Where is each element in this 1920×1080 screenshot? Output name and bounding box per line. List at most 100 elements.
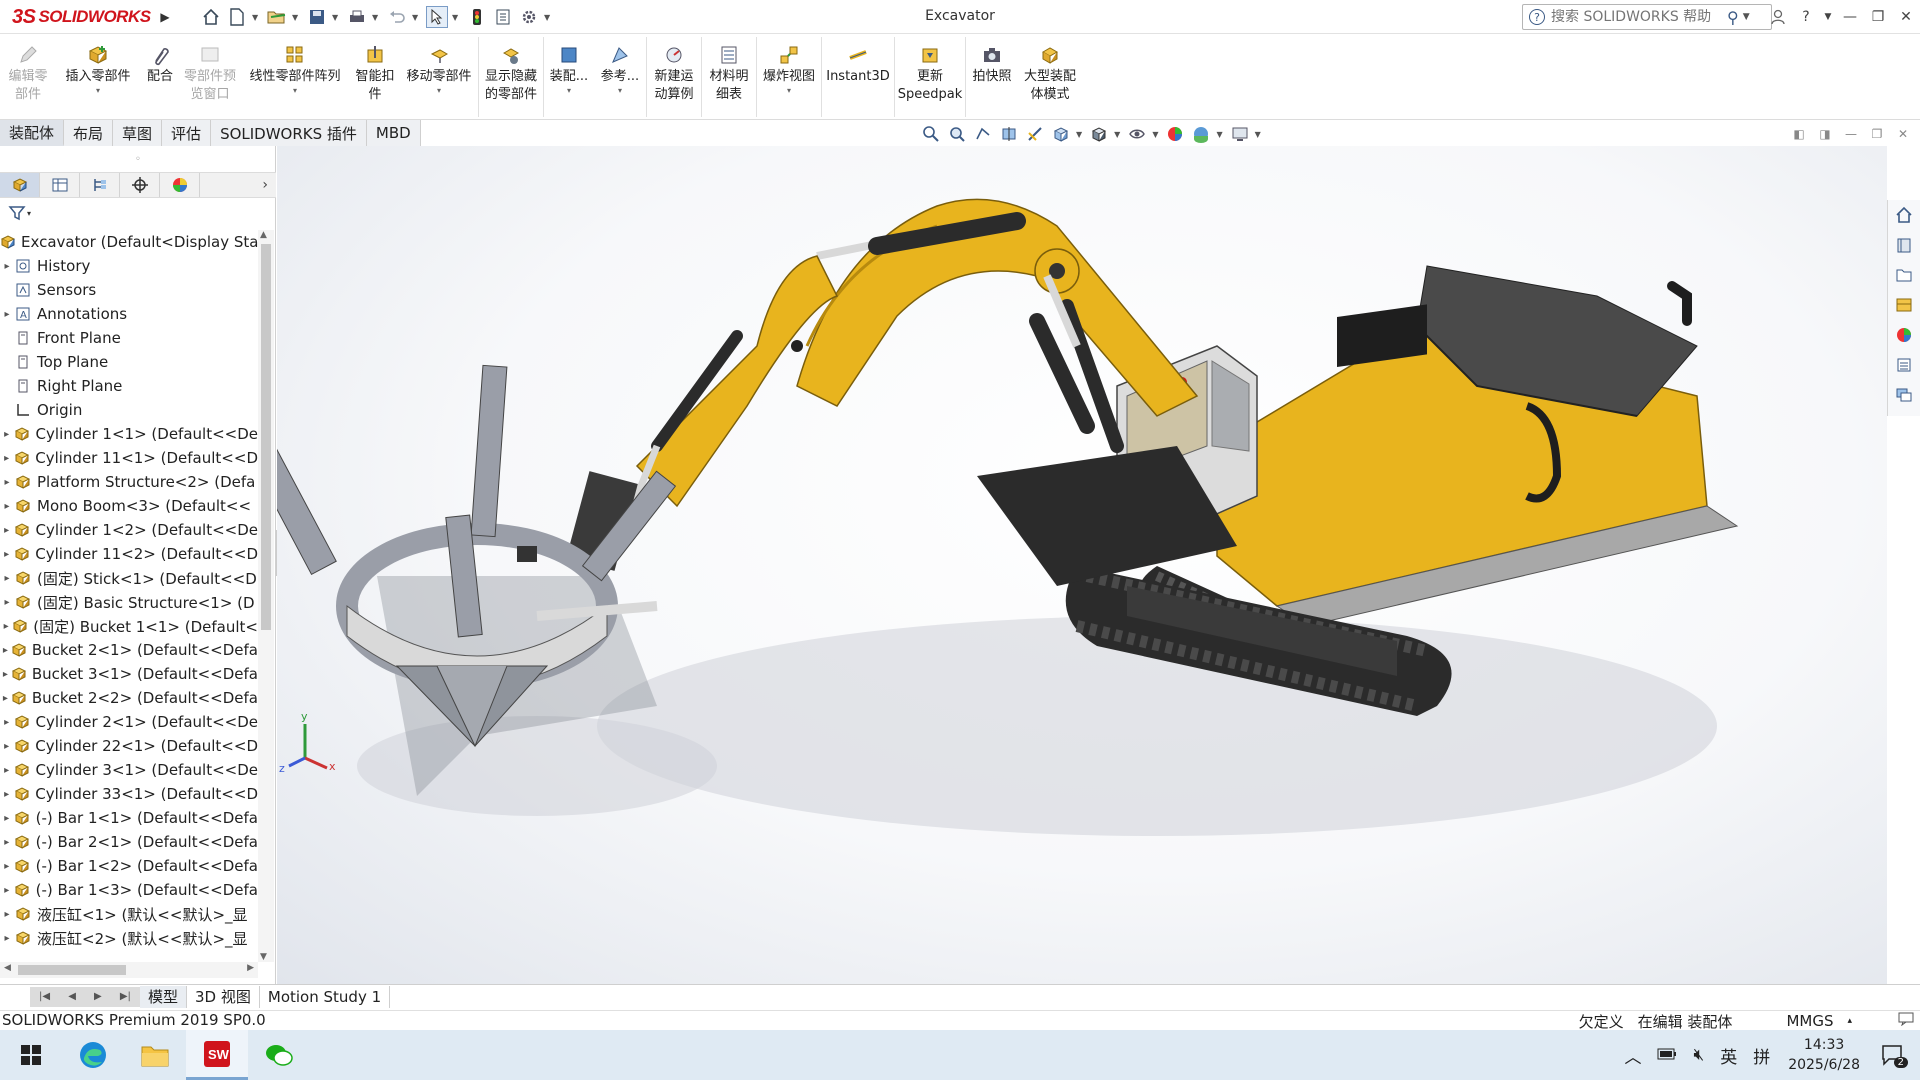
graphics-area[interactable]: y x z [277, 146, 1887, 984]
expand-arrow-icon[interactable]: ▸ [0, 789, 13, 800]
ime-mode-indicator[interactable]: 拼 [1753, 1043, 1770, 1068]
tree-item[interactable]: ▸ Cylinder 1<2> (Default<<De [0, 518, 258, 542]
expand-arrow-icon[interactable]: ▸ [0, 597, 14, 608]
expand-arrow-icon[interactable]: ▸ [0, 765, 13, 776]
smart-fasteners-button[interactable]: 智能扣 件 [350, 34, 400, 120]
tab-motion-study-1[interactable]: Motion Study 1 [260, 985, 391, 1008]
exploded-dropdown-icon[interactable]: ▾ [787, 86, 791, 96]
notification-center-icon[interactable]: 2 [1878, 1040, 1908, 1070]
tab-model[interactable]: 模型 [140, 985, 188, 1008]
close-window-icon[interactable]: ✕ [1892, 4, 1920, 30]
expand-arrow-icon[interactable]: ▸ [0, 933, 14, 944]
expand-arrow-icon[interactable]: ▸ [0, 693, 11, 704]
solidworks-logo[interactable]: 3S SOLIDWORKS [12, 4, 151, 30]
tree-item[interactable]: ▸ History [0, 254, 258, 278]
update-speedpak-button[interactable]: 更新 Speedpak [895, 34, 965, 120]
apply-scene-icon[interactable] [1190, 123, 1212, 145]
open-dropdown-icon[interactable]: ▼ [292, 13, 300, 22]
tree-vertical-scrollbar[interactable]: ▲ ▼ [258, 230, 274, 962]
pattern-dropdown-icon[interactable]: ▾ [293, 86, 297, 96]
linear-component-pattern-button[interactable]: 线性零部件阵列 ▾ [240, 34, 350, 120]
tab-scroll-arrows[interactable]: |◀ ◀ ▶ ▶| [30, 986, 140, 1007]
next-tab-arrow-icon[interactable]: ▶ [94, 991, 102, 1002]
view-settings-icon[interactable] [1229, 123, 1251, 145]
print-dropdown-icon[interactable]: ▼ [372, 13, 380, 22]
tree-item[interactable]: ▸ Platform Structure<2> (Defa [0, 470, 258, 494]
help-search-box[interactable]: ? ⚲ ▼ [1522, 4, 1772, 30]
expand-arrow-icon[interactable]: ▸ [0, 621, 12, 632]
chevron-right-icon[interactable]: › [262, 177, 268, 193]
property-manager-tab-icon[interactable] [40, 173, 80, 197]
save-dropdown-icon[interactable]: ▼ [332, 13, 340, 22]
excavator-model[interactable]: y x z [277, 146, 1887, 984]
expand-arrow-icon[interactable]: ▸ [0, 813, 13, 824]
select-dropdown-icon[interactable]: ▼ [452, 13, 460, 22]
scene-dropdown-icon[interactable]: ▼ [1216, 130, 1222, 139]
edit-component-button[interactable]: 编辑零 部件 [0, 34, 56, 120]
bill-of-materials-button[interactable]: 材料明 细表 [702, 34, 756, 120]
tree-item[interactable]: ▸ A Annotations [0, 302, 258, 326]
expand-arrow-icon[interactable]: ▸ [0, 549, 13, 560]
home-icon[interactable] [200, 6, 222, 28]
new-motion-study-button[interactable]: 新建运 动算例 [647, 34, 701, 120]
tree-item[interactable]: Origin [0, 398, 258, 422]
feature-tree-filter[interactable]: ▾ [0, 200, 276, 226]
expand-arrow-icon[interactable]: ▸ [0, 309, 14, 320]
tree-item[interactable]: ▸ Bucket 2<1> (Default<<Defa [0, 638, 258, 662]
document-minimize-icon[interactable]: — [1838, 124, 1864, 144]
open-folder-icon[interactable] [266, 6, 288, 28]
expand-arrow-icon[interactable]: ▸ [0, 261, 14, 272]
tree-item[interactable]: ▸ (-) Bar 1<2> (Default<<Defa [0, 854, 258, 878]
restore-window-icon[interactable]: ❐ [1864, 4, 1892, 30]
zoom-to-fit-icon[interactable] [920, 123, 942, 145]
expand-arrow-icon[interactable]: ▸ [0, 429, 13, 440]
ime-language-indicator[interactable]: 英 [1720, 1043, 1737, 1068]
windows-start-icon[interactable] [0, 1030, 62, 1080]
taskbar-clock[interactable]: 14:33 2025/6/28 [1788, 1035, 1860, 1075]
tab-mbd[interactable]: MBD [366, 120, 421, 146]
new-dropdown-icon[interactable]: ▼ [252, 13, 260, 22]
file-explorer-icon[interactable] [1888, 260, 1920, 290]
units-dropdown-icon[interactable]: ▴ [1847, 1016, 1852, 1026]
tree-item[interactable]: Sensors [0, 278, 258, 302]
hide-show-dropdown-icon[interactable]: ▼ [1152, 130, 1158, 139]
tree-item[interactable]: ▸ (固定) Stick<1> (Default<<D [0, 566, 258, 590]
tree-item[interactable]: ▸ Bucket 3<1> (Default<<Defa [0, 662, 258, 686]
file-explorer-taskbar-icon[interactable] [124, 1030, 186, 1080]
tree-item[interactable]: ▸ Cylinder 22<1> (Default<<D [0, 734, 258, 758]
undo-icon[interactable] [386, 6, 408, 28]
expand-arrow-icon[interactable]: ▸ [0, 861, 13, 872]
move-component-button[interactable]: 移动零部件 ▾ [400, 34, 478, 120]
expand-arrow-icon[interactable]: ▸ [0, 717, 13, 728]
undo-dropdown-icon[interactable]: ▼ [412, 13, 420, 22]
scrollbar-thumb[interactable] [261, 244, 271, 630]
horizontal-scrollbar-thumb[interactable] [18, 965, 126, 975]
help-dropdown-icon[interactable]: ▼ [1820, 4, 1836, 30]
tooltip-bubble-icon[interactable] [1898, 1012, 1914, 1030]
move-dropdown-icon[interactable]: ▾ [437, 86, 441, 96]
tree-root-assembly[interactable]: Excavator (Default<Display Sta [0, 230, 258, 254]
scroll-up-arrow-icon[interactable]: ▲ [260, 230, 267, 240]
dynamic-annotation-icon[interactable] [1024, 123, 1046, 145]
minimize-window-icon[interactable]: — [1836, 4, 1864, 30]
view-palette-icon[interactable] [1888, 290, 1920, 320]
battery-icon[interactable] [1657, 1045, 1677, 1065]
solidworks-resources-home-icon[interactable] [1888, 200, 1920, 230]
tab-evaluate[interactable]: 评估 [162, 120, 212, 146]
expand-arrow-icon[interactable]: ▸ [0, 645, 11, 656]
hide-show-items-icon[interactable] [1126, 123, 1148, 145]
first-tab-arrow-icon[interactable]: |◀ [39, 991, 50, 1002]
component-preview-window-button[interactable]: 零部件预 览窗口 [180, 34, 240, 120]
tree-item[interactable]: ▸ 液压缸<2> (默认<<默认>_显 [0, 926, 258, 950]
mate-button[interactable]: 配合 [140, 34, 180, 120]
tree-item[interactable]: ▸ (-) Bar 2<1> (Default<<Defa [0, 830, 258, 854]
search-icon[interactable]: ⚲ [1727, 8, 1739, 27]
tile-left-icon[interactable]: ◧ [1786, 124, 1812, 144]
document-restore-icon[interactable]: ❐ [1864, 124, 1890, 144]
options-dropdown-icon[interactable]: ▼ [544, 13, 552, 22]
view-orientation-dropdown-icon[interactable]: ▼ [1076, 130, 1082, 139]
insert-dropdown-icon[interactable]: ▾ [96, 86, 100, 96]
expand-arrow-icon[interactable]: ▸ [0, 501, 14, 512]
expand-arrow-icon[interactable]: ▸ [0, 453, 13, 464]
expand-arrow-icon[interactable]: ▸ [0, 909, 14, 920]
